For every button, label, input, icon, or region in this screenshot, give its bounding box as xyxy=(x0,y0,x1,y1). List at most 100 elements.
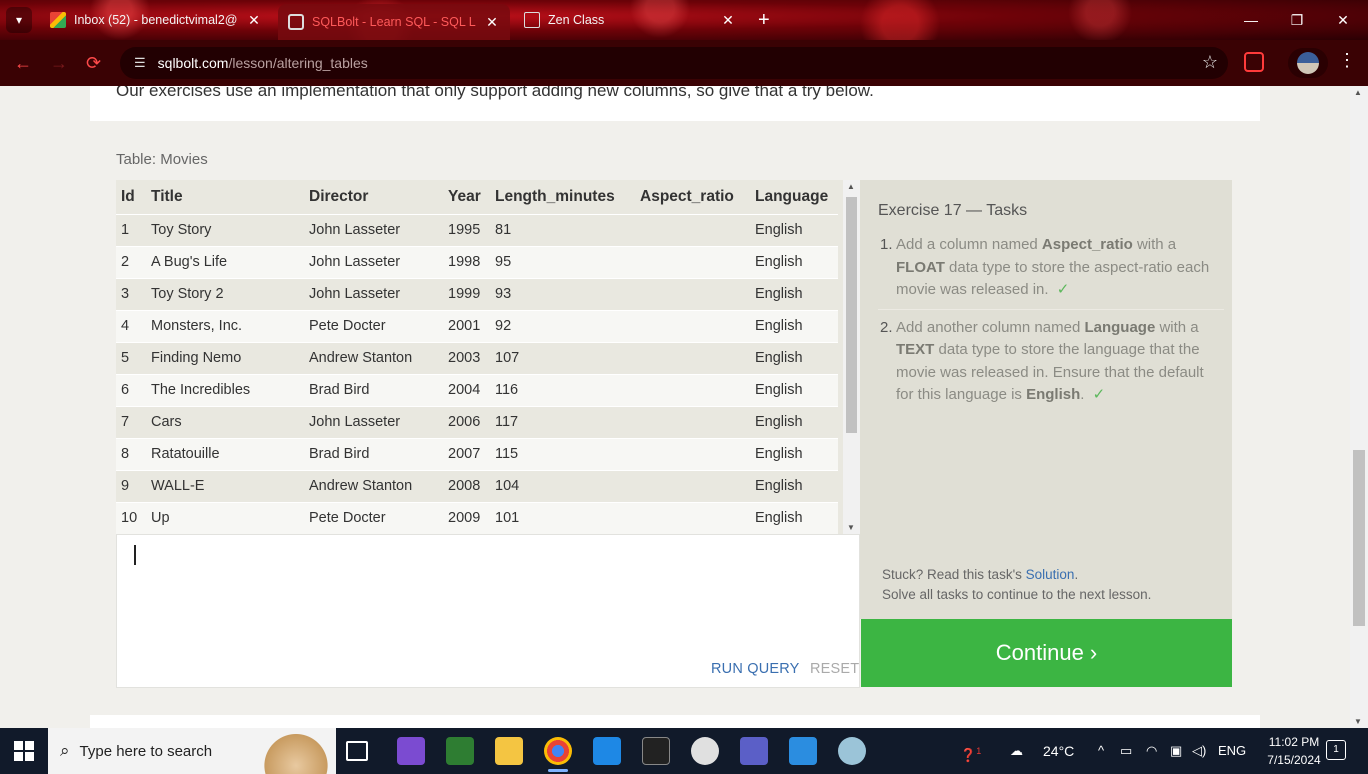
table-cell: 116 xyxy=(490,373,635,406)
avatar xyxy=(1297,52,1319,74)
table-scrollbar[interactable]: ▲ ▼ xyxy=(843,180,860,534)
close-icon[interactable]: ✕ xyxy=(484,14,500,31)
minimize-button[interactable]: — xyxy=(1228,0,1274,40)
tab-zen-class[interactable]: Zen Class ✕ xyxy=(514,6,746,34)
table-cell: 1998 xyxy=(443,245,490,278)
table-cell: 7 xyxy=(116,405,146,438)
table-cell xyxy=(635,373,750,406)
omnibox[interactable]: ☰ sqlbolt.com/lesson/altering_tables ☆ xyxy=(120,47,1228,79)
help-icon[interactable]: ❓1 xyxy=(960,728,981,774)
paint-icon[interactable] xyxy=(838,737,866,765)
back-button[interactable]: ← xyxy=(14,52,32,74)
sql-query-editor[interactable]: RUN QUERY RESET xyxy=(116,534,860,688)
weather-temp[interactable]: 24°C xyxy=(1043,728,1074,774)
table-cell: Brad Bird xyxy=(304,373,443,406)
table-cell: 115 xyxy=(490,437,635,470)
restore-button[interactable]: ❐ xyxy=(1274,0,1320,40)
volume-icon[interactable]: ◁) xyxy=(1192,728,1206,774)
column-header: Aspect_ratio xyxy=(640,187,734,205)
scroll-up-icon[interactable]: ▲ xyxy=(847,182,855,191)
page-content: Our exercises use an implementation that… xyxy=(0,86,1350,728)
window-icon xyxy=(524,12,540,28)
table-row: 2A Bug's Life John Lasseter 1998 95 English xyxy=(116,245,838,278)
table-cell xyxy=(635,213,750,246)
terminal-icon[interactable] xyxy=(642,737,670,765)
chrome-icon[interactable] xyxy=(544,737,572,772)
table-cell: English xyxy=(750,213,838,246)
table-header-row: Id Title Director Year Length_minutes As… xyxy=(116,180,838,214)
table-cell xyxy=(635,277,750,310)
table-row: 8 Ratatouille Brad Bird 2007 115 English xyxy=(116,437,838,470)
next-section xyxy=(90,715,1260,728)
forward-button[interactable]: → xyxy=(50,52,68,74)
table-cell: English xyxy=(750,341,838,374)
url-text[interactable]: sqlbolt.com/lesson/altering_tables xyxy=(158,55,368,71)
table-cell: Pete Docter xyxy=(304,309,443,342)
table-cell: 9 xyxy=(116,469,146,502)
weather-icon[interactable]: ☁ xyxy=(1010,728,1023,774)
scroll-up-icon[interactable]: ▲ xyxy=(1354,88,1362,97)
table-cell: 2003 xyxy=(443,341,490,374)
site-settings-icon[interactable]: ☰ xyxy=(134,55,146,71)
profile-button[interactable] xyxy=(1288,48,1328,78)
table-cell: 10 xyxy=(116,501,146,534)
table-row: 10 Up Pete Docter 2009 101 English xyxy=(116,501,838,534)
table-row: 5 Finding Nemo Andrew Stanton 2003 107 Englis… xyxy=(116,341,838,374)
close-icon[interactable]: ✕ xyxy=(246,12,262,29)
puzzle-app-icon[interactable] xyxy=(446,737,474,765)
table-cell: 107 xyxy=(490,341,635,374)
vscode-icon[interactable] xyxy=(593,737,621,765)
tab-gmail[interactable]: Inbox (52) - benedictvimal2@gm ✕ xyxy=(40,6,272,34)
close-icon[interactable]: ✕ xyxy=(720,12,736,29)
page-scrollbar[interactable]: ▲ ▼ xyxy=(1350,86,1368,728)
new-tab-button[interactable]: + xyxy=(758,8,770,32)
table-cell: WALL-E xyxy=(146,469,304,502)
battery-icon[interactable]: ▭ xyxy=(1120,728,1132,774)
table-cell: Up xyxy=(146,501,304,534)
notification-icon[interactable]: 1 xyxy=(1326,740,1346,760)
file-explorer-icon[interactable] xyxy=(495,737,523,765)
scroll-down-icon[interactable]: ▼ xyxy=(847,523,855,532)
photos-icon[interactable] xyxy=(789,737,817,765)
scroll-thumb[interactable] xyxy=(1353,450,1365,626)
browser-tab-strip: ▾ Inbox (52) - benedictvimal2@gm ✕ SQLBo… xyxy=(0,0,1368,40)
solution-link[interactable]: Solution xyxy=(1026,567,1075,582)
teams-icon[interactable] xyxy=(740,737,768,765)
language-indicator[interactable]: ENG xyxy=(1218,728,1246,774)
run-query-button[interactable]: RUN QUERY xyxy=(711,661,800,677)
reset-button[interactable]: RESET xyxy=(810,661,859,677)
reload-button[interactable]: ⟳ xyxy=(86,52,101,74)
lesson-text: Our exercises use an implementation that… xyxy=(116,86,874,100)
scroll-thumb[interactable] xyxy=(846,197,857,433)
column-header: Id xyxy=(121,187,135,205)
tab-sqlbolt[interactable]: SQLBolt - Learn SQL - SQL Less ✕ xyxy=(278,4,510,40)
table-cell xyxy=(635,437,750,470)
chevron-up-icon[interactable]: ^ xyxy=(1098,728,1104,774)
scroll-down-icon[interactable]: ▼ xyxy=(1354,717,1362,726)
close-window-button[interactable]: ✕ xyxy=(1320,0,1366,40)
bookmark-star-icon[interactable]: ☆ xyxy=(1202,52,1218,73)
wifi-icon[interactable]: ◠ xyxy=(1146,728,1157,774)
taskbar-search[interactable]: ⌕ Type here to search xyxy=(48,728,336,774)
table-cell xyxy=(635,245,750,278)
clock[interactable]: 11:02 PM 7/15/2024 xyxy=(1256,733,1332,769)
table-cell: English xyxy=(750,405,838,438)
menu-dots-icon[interactable]: ⋮ xyxy=(1338,50,1356,71)
continue-button[interactable]: Continue › xyxy=(861,619,1232,687)
edge-icon[interactable] xyxy=(691,737,719,765)
visual-studio-icon[interactable] xyxy=(397,737,425,765)
tab-title: SQLBolt - Learn SQL - SQL Less xyxy=(312,15,476,29)
table-cell: Pete Docter xyxy=(304,501,443,534)
table-cell xyxy=(635,469,750,502)
extensions-icon[interactable] xyxy=(1244,52,1264,72)
display-icon[interactable]: ▣ xyxy=(1170,728,1182,774)
movies-table-panel: Id Title Director Year Length_minutes As… xyxy=(116,180,860,534)
table-cell: Andrew Stanton xyxy=(304,341,443,374)
table-cell: 8 xyxy=(116,437,146,470)
table-row: 3 Toy Story 2 John Lasseter 1999 93 English xyxy=(116,277,838,310)
tasks-title: Exercise 17 — Tasks xyxy=(878,202,1028,219)
windows-start-icon[interactable] xyxy=(14,741,34,761)
tab-search-button[interactable]: ▾ xyxy=(6,7,32,33)
table-cell: English xyxy=(750,309,838,342)
task-view-icon[interactable] xyxy=(346,741,368,761)
